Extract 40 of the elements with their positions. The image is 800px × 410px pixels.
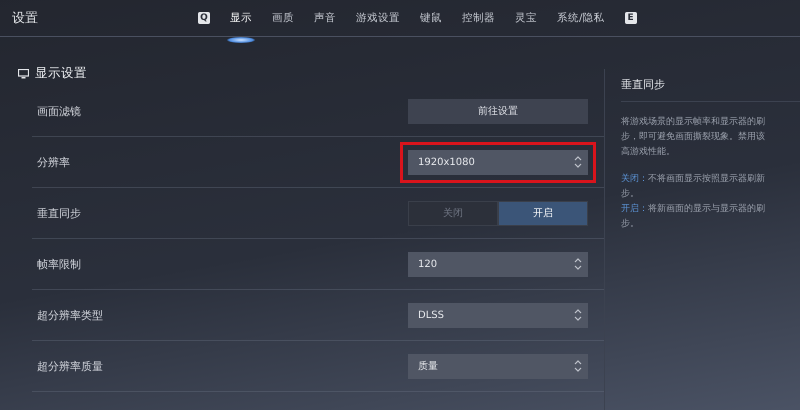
active-tab-glow (227, 37, 255, 43)
settings-tab[interactable]: 游戏设置 (356, 7, 400, 29)
select-field[interactable]: 质量 (408, 354, 588, 378)
note-label: 关闭： (621, 173, 648, 184)
settings-tab[interactable]: 系统/隐私 (557, 7, 605, 29)
toggle-option[interactable]: 开启 (498, 200, 588, 226)
settings-tab[interactable]: 键鼠 (420, 7, 442, 29)
help-text: 将新画面的显示与显示器的刷 (648, 203, 765, 214)
select-field[interactable]: 1920x1080 (408, 150, 588, 174)
help-text: 高游戏性能。 (621, 145, 676, 159)
setting-label: 画面滤镜 (36, 104, 82, 118)
key-hint: E (624, 12, 637, 24)
settings-tab[interactable]: 控制器 (462, 7, 495, 29)
help-text: 将游戏场景的显示帧率和显示器的刷 (621, 115, 766, 129)
settings-tab[interactable]: 灵宝 (515, 7, 537, 29)
help-text: 步。 (621, 217, 640, 231)
settings-tab[interactable]: 画质 (272, 7, 294, 29)
select-field[interactable]: 120 (408, 252, 588, 276)
monitor-icon (18, 68, 29, 78)
setting-label: 帧率限制 (36, 256, 82, 272)
setting-label: 超分辨率类型 (36, 308, 104, 322)
settings-tab[interactable]: 显示 (230, 7, 252, 29)
note-label: 开启： (621, 203, 648, 214)
go-to-settings-button[interactable]: 前往设置 (408, 98, 588, 124)
up-down-arrows-icon (574, 359, 582, 373)
settings-tab[interactable]: 声音 (314, 7, 336, 29)
select-field[interactable]: DLSS (408, 302, 588, 328)
up-down-arrows-icon (574, 257, 582, 271)
help-text: 步，即可避免画面撕裂现象。禁用该 (621, 130, 766, 144)
setting-label: 垂直同步 (36, 206, 82, 220)
help-text: 不将画面显示按照显示器刷新 (648, 173, 765, 184)
setting-label: 分辨率 (36, 154, 71, 170)
setting-label: 超分辨率质量 (36, 358, 104, 374)
page-title: 设置 (11, 10, 39, 27)
help-text: 步。 (621, 187, 640, 201)
up-down-arrows-icon (574, 155, 582, 169)
help-title: 垂直同步 (621, 77, 800, 102)
up-down-arrows-icon (574, 308, 582, 322)
section-title: 显示设置 (35, 65, 87, 82)
key-hint: Q (198, 12, 210, 24)
